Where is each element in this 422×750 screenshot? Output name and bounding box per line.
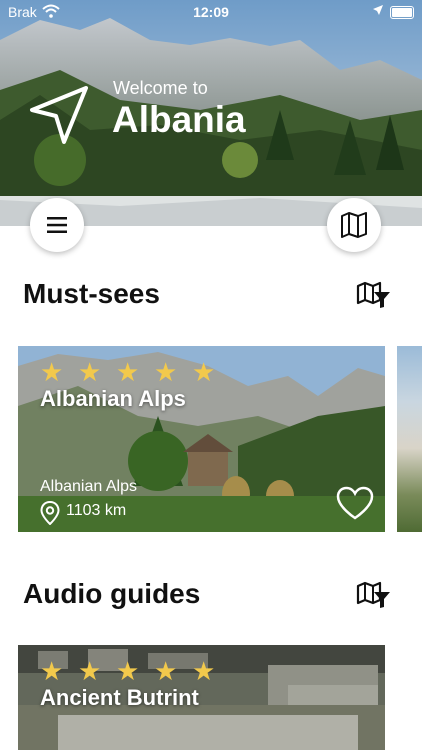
- card-title: Albanian Alps: [40, 386, 186, 411]
- star-icon: ★: [116, 357, 140, 387]
- welcome-text: Welcome to: [113, 78, 208, 98]
- star-icon: ★: [40, 357, 64, 387]
- audio-guides-heading: Audio guides: [23, 578, 201, 609]
- status-bar: Brak 12:09: [0, 0, 422, 24]
- hero-banner: Brak 12:09 Welcome to Albania: [0, 0, 422, 226]
- next-card-peek[interactable]: [397, 346, 422, 532]
- map-filter-icon: [356, 281, 390, 308]
- audio-guide-card[interactable]: ★ ★ ★ ★ ★ Ancient Butrint: [18, 645, 385, 750]
- card-distance: 1103 km: [66, 502, 127, 519]
- star-icon: ★: [40, 656, 64, 686]
- hamburger-menu-icon: [47, 217, 67, 233]
- must-see-card[interactable]: ★ ★ ★ ★ ★ Albanian Alps Albanian Alps 11…: [18, 346, 385, 532]
- card-subtitle: Albanian Alps: [40, 478, 137, 495]
- star-icon: ★: [154, 656, 178, 686]
- map-icon: [341, 212, 367, 238]
- audio-guides-map-filter-button[interactable]: [356, 580, 392, 615]
- star-icon: ★: [78, 656, 102, 686]
- star-icon: ★: [116, 656, 140, 686]
- heart-icon: [336, 486, 374, 520]
- star-icon: ★: [78, 357, 102, 387]
- country-title: Albania: [112, 99, 246, 140]
- card-title: Ancient Butrint: [40, 685, 199, 710]
- star-icon: ★: [192, 656, 216, 686]
- map-button[interactable]: [327, 198, 381, 252]
- must-sees-heading: Must-sees: [23, 278, 160, 309]
- menu-button[interactable]: [30, 198, 84, 252]
- must-sees-map-filter-button[interactable]: [356, 280, 392, 315]
- rating-stars: ★ ★ ★ ★ ★: [40, 656, 216, 686]
- clock: 12:09: [193, 4, 229, 20]
- rating-stars: ★ ★ ★ ★ ★: [40, 357, 216, 387]
- map-filter-icon: [356, 581, 390, 608]
- star-icon: ★: [192, 357, 216, 387]
- star-icon: ★: [154, 357, 178, 387]
- battery-icon: [390, 6, 414, 19]
